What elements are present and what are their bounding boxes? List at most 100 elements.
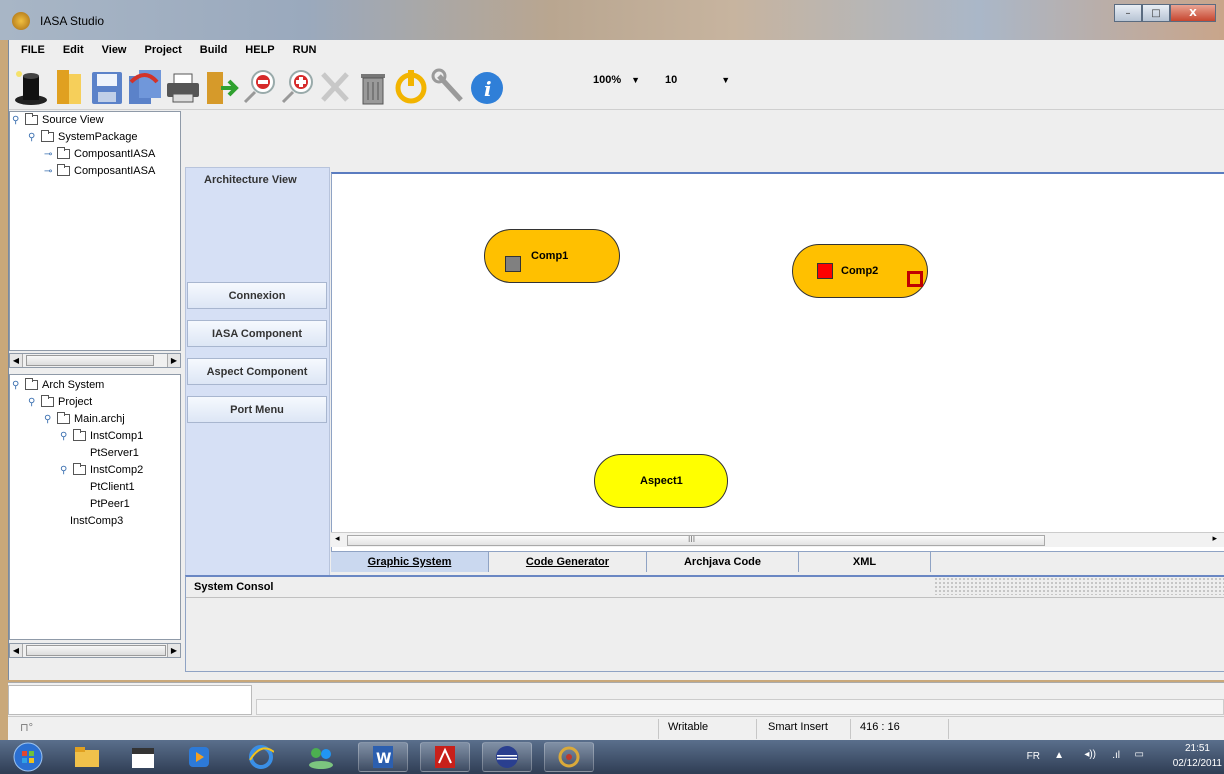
expand-icon[interactable]: ⚲ (60, 431, 70, 442)
component-comp2[interactable]: Comp2 (792, 244, 928, 298)
tree-node-main-archj[interactable]: ⚲ Main.archj (44, 412, 125, 425)
menu-edit[interactable]: Edit (63, 44, 84, 56)
canvas-scrollbar[interactable]: ◂ III ▸ (331, 532, 1224, 547)
info-icon[interactable]: i (469, 68, 505, 106)
tree-node-project[interactable]: ⚲ Project (28, 395, 92, 408)
arch-tree-scrollbar[interactable]: ◀ ▶ (9, 643, 181, 658)
tree-node-ptclient1[interactable]: PtClient1 (90, 481, 135, 493)
power-tray-icon[interactable]: ▭ (1135, 749, 1144, 760)
folder-icon (73, 463, 86, 475)
connexion-button[interactable]: Connexion (187, 282, 327, 309)
collapsed-key-icon[interactable]: ⊸ (44, 149, 54, 160)
menu-build[interactable]: Build (200, 44, 228, 56)
scroll-right-icon[interactable]: ▸ (1212, 534, 1217, 544)
tree-node-source-view[interactable]: ⚲ Source View (12, 113, 104, 126)
tree-node-system-package[interactable]: ⚲ SystemPackage (28, 130, 137, 143)
print-icon[interactable] (165, 68, 201, 106)
minimize-button[interactable]: – (1114, 4, 1142, 22)
start-button[interactable] (6, 742, 50, 772)
source-tree-scrollbar[interactable]: ◀ ▶ (9, 353, 181, 368)
iasa-component-button[interactable]: IASA Component (187, 320, 327, 347)
media-task-icon[interactable] (174, 742, 224, 772)
tab-graphic-system[interactable]: Graphic System (331, 552, 489, 572)
acrobat-task-icon[interactable] (420, 742, 470, 772)
chevron-down-icon: ▼ (721, 75, 731, 85)
expand-icon[interactable]: ⚲ (28, 397, 38, 408)
language-indicator[interactable]: FR (1027, 751, 1040, 762)
expand-icon[interactable]: ⚲ (44, 414, 54, 425)
scroll-right-icon[interactable]: ▶ (167, 354, 180, 367)
menu-file[interactable]: FILE (21, 44, 45, 56)
tree-node-instcomp1[interactable]: ⚲ InstComp1 (60, 429, 143, 442)
scroll-left-icon[interactable]: ◂ (335, 534, 340, 544)
maximize-button[interactable]: □ (1142, 4, 1170, 22)
graphic-canvas[interactable]: Comp1 Comp2 Aspect1 (331, 172, 1224, 552)
menu-run[interactable]: RUN (293, 44, 317, 56)
scroll-thumb[interactable]: III (347, 535, 1045, 546)
calendar-task-icon[interactable] (118, 742, 168, 772)
zoom-out-icon[interactable] (241, 68, 277, 106)
expand-icon[interactable]: ⚲ (12, 115, 22, 126)
port-menu-button[interactable]: Port Menu (187, 396, 327, 423)
menu-project[interactable]: Project (145, 44, 182, 56)
scroll-right-icon[interactable]: ▶ (167, 644, 180, 657)
save-icon[interactable] (89, 68, 125, 106)
window-titlebar: IASA Studio – □ X (0, 0, 1224, 40)
tab-xml[interactable]: XML (799, 552, 931, 572)
tab-archjava-code[interactable]: Archjava Code (647, 552, 799, 572)
zoom-in-icon[interactable] (279, 68, 315, 106)
wrench-icon[interactable] (431, 68, 467, 106)
svg-text:W: W (376, 751, 391, 767)
network-icon[interactable]: .ıl (1112, 750, 1120, 761)
tree-node-ptserver1[interactable]: PtServer1 (90, 447, 139, 459)
volume-icon[interactable]: ◂)) (1084, 749, 1096, 760)
tree-node-instcomp3[interactable]: InstComp3 (70, 515, 123, 527)
tray-expand-icon[interactable]: ▲ (1054, 750, 1064, 761)
port-icon[interactable] (505, 256, 521, 272)
tree-node-instcomp2[interactable]: ⚲ InstComp2 (60, 463, 143, 476)
expand-icon[interactable]: ⚲ (60, 465, 70, 476)
scroll-thumb[interactable] (26, 355, 154, 366)
collapsed-key-icon[interactable]: ⊸ (44, 166, 54, 177)
ide-scrollbar[interactable] (256, 699, 1224, 715)
clock-date[interactable]: 02/12/2011 (1173, 758, 1222, 769)
scroll-thumb[interactable] (26, 645, 166, 656)
port-icon[interactable] (817, 263, 833, 279)
tree-node-composant-1[interactable]: ⊸ ComposantIASA (44, 147, 155, 160)
tree-node-arch-system[interactable]: ⚲ Arch System (12, 378, 104, 391)
word-task-icon[interactable]: W (358, 742, 408, 772)
expand-icon[interactable]: ⚲ (12, 380, 22, 391)
app-icon (12, 12, 30, 30)
grid-select[interactable]: 10 ▼ (665, 72, 730, 88)
source-tree: ⚲ Source View ⚲ SystemPackage ⊸ ComposantIA… (9, 111, 181, 351)
scroll-left-icon[interactable]: ◀ (10, 354, 23, 367)
tree-node-ptpeer1[interactable]: PtPeer1 (90, 498, 130, 510)
zoom-select[interactable]: 100% ▼ (593, 72, 640, 88)
expand-icon[interactable]: ⚲ (28, 132, 38, 143)
tree-node-composant-2[interactable]: ⊸ ComposantIASA (44, 164, 155, 177)
ie-task-icon[interactable] (236, 742, 286, 772)
clock-time[interactable]: 21:51 (1185, 743, 1210, 754)
wizard-hat-icon[interactable] (13, 68, 49, 106)
explorer-task-icon[interactable] (62, 742, 112, 772)
save-all-icon[interactable] (127, 68, 163, 106)
menu-view[interactable]: View (102, 44, 127, 56)
menu-help[interactable]: HELP (245, 44, 274, 56)
open-folder-icon[interactable] (51, 68, 87, 106)
component-comp1[interactable]: Comp1 (484, 229, 620, 283)
aspect-component-button[interactable]: Aspect Component (187, 358, 327, 385)
exit-door-icon[interactable] (203, 68, 239, 106)
tab-code-generator[interactable]: Code Generator (489, 552, 647, 572)
aspect-aspect1[interactable]: Aspect1 (594, 454, 728, 508)
scroll-left-icon[interactable]: ◀ (10, 644, 23, 657)
iasa-studio-task-icon[interactable] (544, 742, 594, 772)
port-icon[interactable] (907, 271, 923, 287)
delete-icon[interactable] (317, 68, 353, 106)
eclipse-task-icon[interactable] (482, 742, 532, 772)
close-button[interactable]: X (1170, 4, 1216, 22)
arch-tree: ⚲ Arch System ⚲ Project ⚲ Main.archj ⚲ InstC… (9, 374, 181, 640)
trash-icon[interactable] (355, 68, 391, 106)
messenger-task-icon[interactable] (296, 742, 346, 772)
svg-text:i: i (484, 77, 492, 101)
power-icon[interactable] (393, 68, 429, 106)
